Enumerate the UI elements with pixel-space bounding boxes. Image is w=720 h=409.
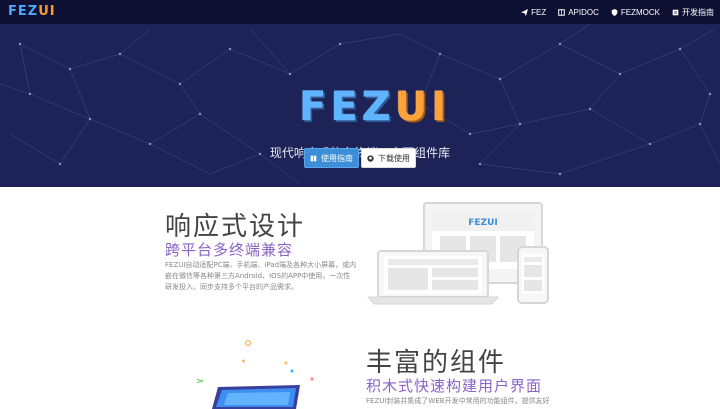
top-navbar: FEZUI FEZ APIDOC FEZMOCK 开发指南 [0,0,720,24]
nav-link-fez[interactable]: FEZ [521,8,546,17]
hero-logo-ui: UI [394,84,451,130]
nav-link-label: FEZ [531,7,547,17]
user-guide-button[interactable]: 使用指南 [304,148,359,168]
components-illustration [196,340,314,409]
brand-fez: FEZ [8,4,39,19]
brand-logo[interactable]: FEZUI [8,4,56,19]
components-description: FEZUI封装并集成了WEB开发中常用的功能组件，提供友好 [366,397,550,405]
download-label: 下载使用 [378,153,410,163]
brand-ui: UI [38,4,56,19]
book-icon [310,155,317,161]
book-icon [558,8,566,16]
responsive-description: FEZUI自动适配PC端、手机端、iPad端及各种大小屏幕，或内嵌在微信等各种第… [165,261,357,291]
nav-link-apidoc[interactable]: APIDOC [558,8,599,17]
nav-links: FEZ APIDOC FEZMOCK 开发指南 [521,0,714,24]
hero-banner: FEZUI 现代响应式的多终端UI交互组件库 [0,24,720,187]
document-icon [672,9,679,15]
shield-icon [611,8,618,16]
hero-tagline: 现代响应式的多终端UI交互组件库 [269,146,451,160]
page: FEZUI FEZ APIDOC FEZMOCK 开发指南 FEZUI 现代响应… [0,0,720,409]
illustration-logo-text: FEZUI [468,218,497,228]
user-guide-label: 使用指南 [321,153,353,163]
hero-logo: FEZUI [299,84,450,130]
nav-link-label: APIDOC [568,7,599,17]
nav-link-label: 开发指南 [682,7,714,17]
multi-device-illustration: FEZUI [366,202,549,305]
components-title: 丰富的组件 [366,348,507,378]
download-button[interactable]: 下载使用 [361,148,416,168]
responsive-title: 响应式设计 [165,212,306,242]
responsive-subtitle: 跨平台多终端兼容 [165,241,294,259]
nav-link-fezmock[interactable]: FEZMOCK [611,8,660,17]
nav-link-dev-guide[interactable]: 开发指南 [672,7,714,18]
paper-plane-icon [521,8,529,16]
hero-logo-fez: FEZ [299,84,395,130]
github-icon [367,154,374,162]
components-subtitle: 积木式快速构建用户界面 [366,377,543,395]
nav-link-label: FEZMOCK [620,7,660,17]
